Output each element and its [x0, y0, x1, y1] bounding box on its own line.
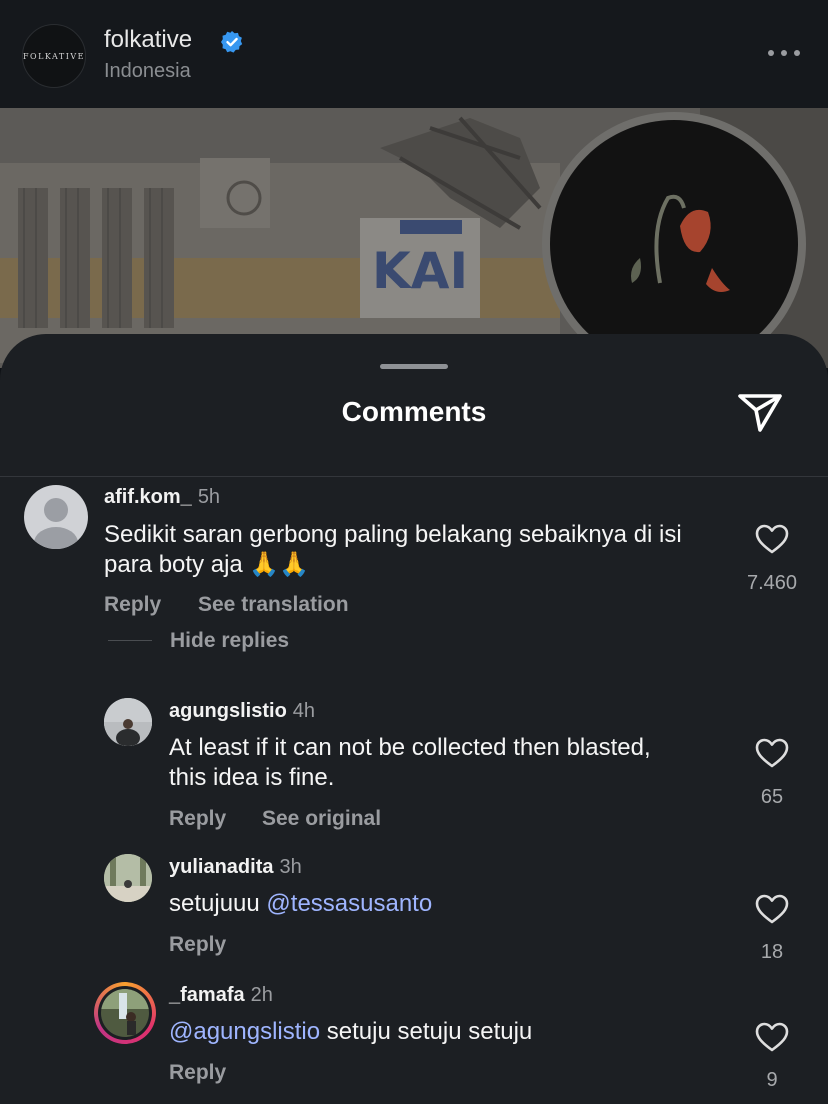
comment-username[interactable]: _famafa 2h — [169, 984, 273, 1007]
sheet-grabber-handle[interactable] — [380, 364, 448, 369]
comment-text: setujuuu @tessasusanto — [169, 889, 689, 919]
like-count: 9 — [766, 1069, 778, 1091]
comment-time: 2h — [250, 984, 273, 1006]
mention-link[interactable]: @agungslistio — [169, 1018, 320, 1045]
username-text: yulianadita — [169, 856, 274, 878]
see-translation-button[interactable]: See translation — [198, 593, 349, 617]
comment-username[interactable]: yulianadita 3h — [169, 856, 302, 879]
post-location[interactable]: Indonesia — [104, 60, 191, 83]
like-heart-icon[interactable] — [755, 894, 789, 924]
comment-time: 4h — [292, 700, 316, 722]
user-photo-avatar — [104, 854, 152, 902]
reply-button[interactable]: Reply — [169, 1061, 226, 1085]
post-header: FOLKATIVE folkative Indonesia — [0, 0, 828, 108]
story-ring-avatar[interactable] — [94, 982, 156, 1044]
mention-link[interactable]: @tessasusanto — [266, 890, 432, 917]
comments-sheet: Comments afif.kom_ 5h Sedikit saran gerbo… — [0, 334, 828, 1104]
comment-time: 3h — [279, 856, 302, 878]
like-heart-icon[interactable] — [755, 1022, 789, 1052]
avatar[interactable] — [104, 854, 152, 902]
post-image[interactable]: KAI — [0, 108, 828, 368]
like-heart-icon[interactable] — [755, 738, 789, 768]
hide-replies-line — [108, 640, 152, 641]
sheet-title: Comments — [341, 396, 487, 427]
comment-text: Sedikit saran gerbong paling belakang se… — [104, 521, 682, 578]
svg-text:KAI: KAI — [372, 242, 468, 300]
train-wreck-photo: KAI — [0, 108, 828, 368]
default-avatar-icon — [34, 498, 78, 549]
account-username[interactable]: folkative — [104, 26, 192, 54]
like-count: 65 — [760, 786, 784, 808]
comment-text: At least if it can not be collected then… — [169, 734, 651, 791]
avatar[interactable] — [104, 698, 152, 746]
avatar-logo-text: FOLKATIVE — [22, 51, 86, 61]
username-text: afif.kom_ — [104, 486, 192, 508]
like-count: 7.460 — [746, 572, 798, 594]
hide-replies-button[interactable]: Hide replies — [170, 629, 289, 653]
reply-button[interactable]: Reply — [169, 807, 226, 831]
comment-text: @agungslistio setuju setuju setuju — [169, 1017, 689, 1047]
comment-username[interactable]: agungslistio 4h — [169, 700, 315, 723]
send-icon[interactable] — [736, 390, 784, 434]
account-avatar[interactable]: FOLKATIVE — [22, 24, 86, 88]
username-text: agungslistio — [169, 700, 287, 722]
user-photo-avatar — [104, 698, 152, 746]
verified-badge-icon — [221, 31, 243, 53]
sheet-divider — [0, 476, 828, 477]
user-photo-avatar — [101, 989, 149, 1037]
avatar-ring-gap — [98, 986, 152, 1040]
reply-button[interactable]: Reply — [169, 933, 226, 957]
comment-text-body: setujuuu — [169, 890, 267, 917]
comment-time: 5h — [197, 486, 221, 508]
username-text: _famafa — [169, 984, 245, 1006]
avatar[interactable] — [24, 485, 88, 549]
comment-username[interactable]: afif.kom_ 5h — [104, 486, 220, 509]
see-original-button[interactable]: See original — [262, 807, 381, 831]
reply-button[interactable]: Reply — [104, 593, 161, 617]
comment-text-body: setuju setuju setuju — [320, 1018, 533, 1045]
more-options-icon[interactable] — [766, 46, 802, 60]
like-count: 18 — [760, 941, 784, 963]
like-heart-icon[interactable] — [755, 524, 789, 554]
